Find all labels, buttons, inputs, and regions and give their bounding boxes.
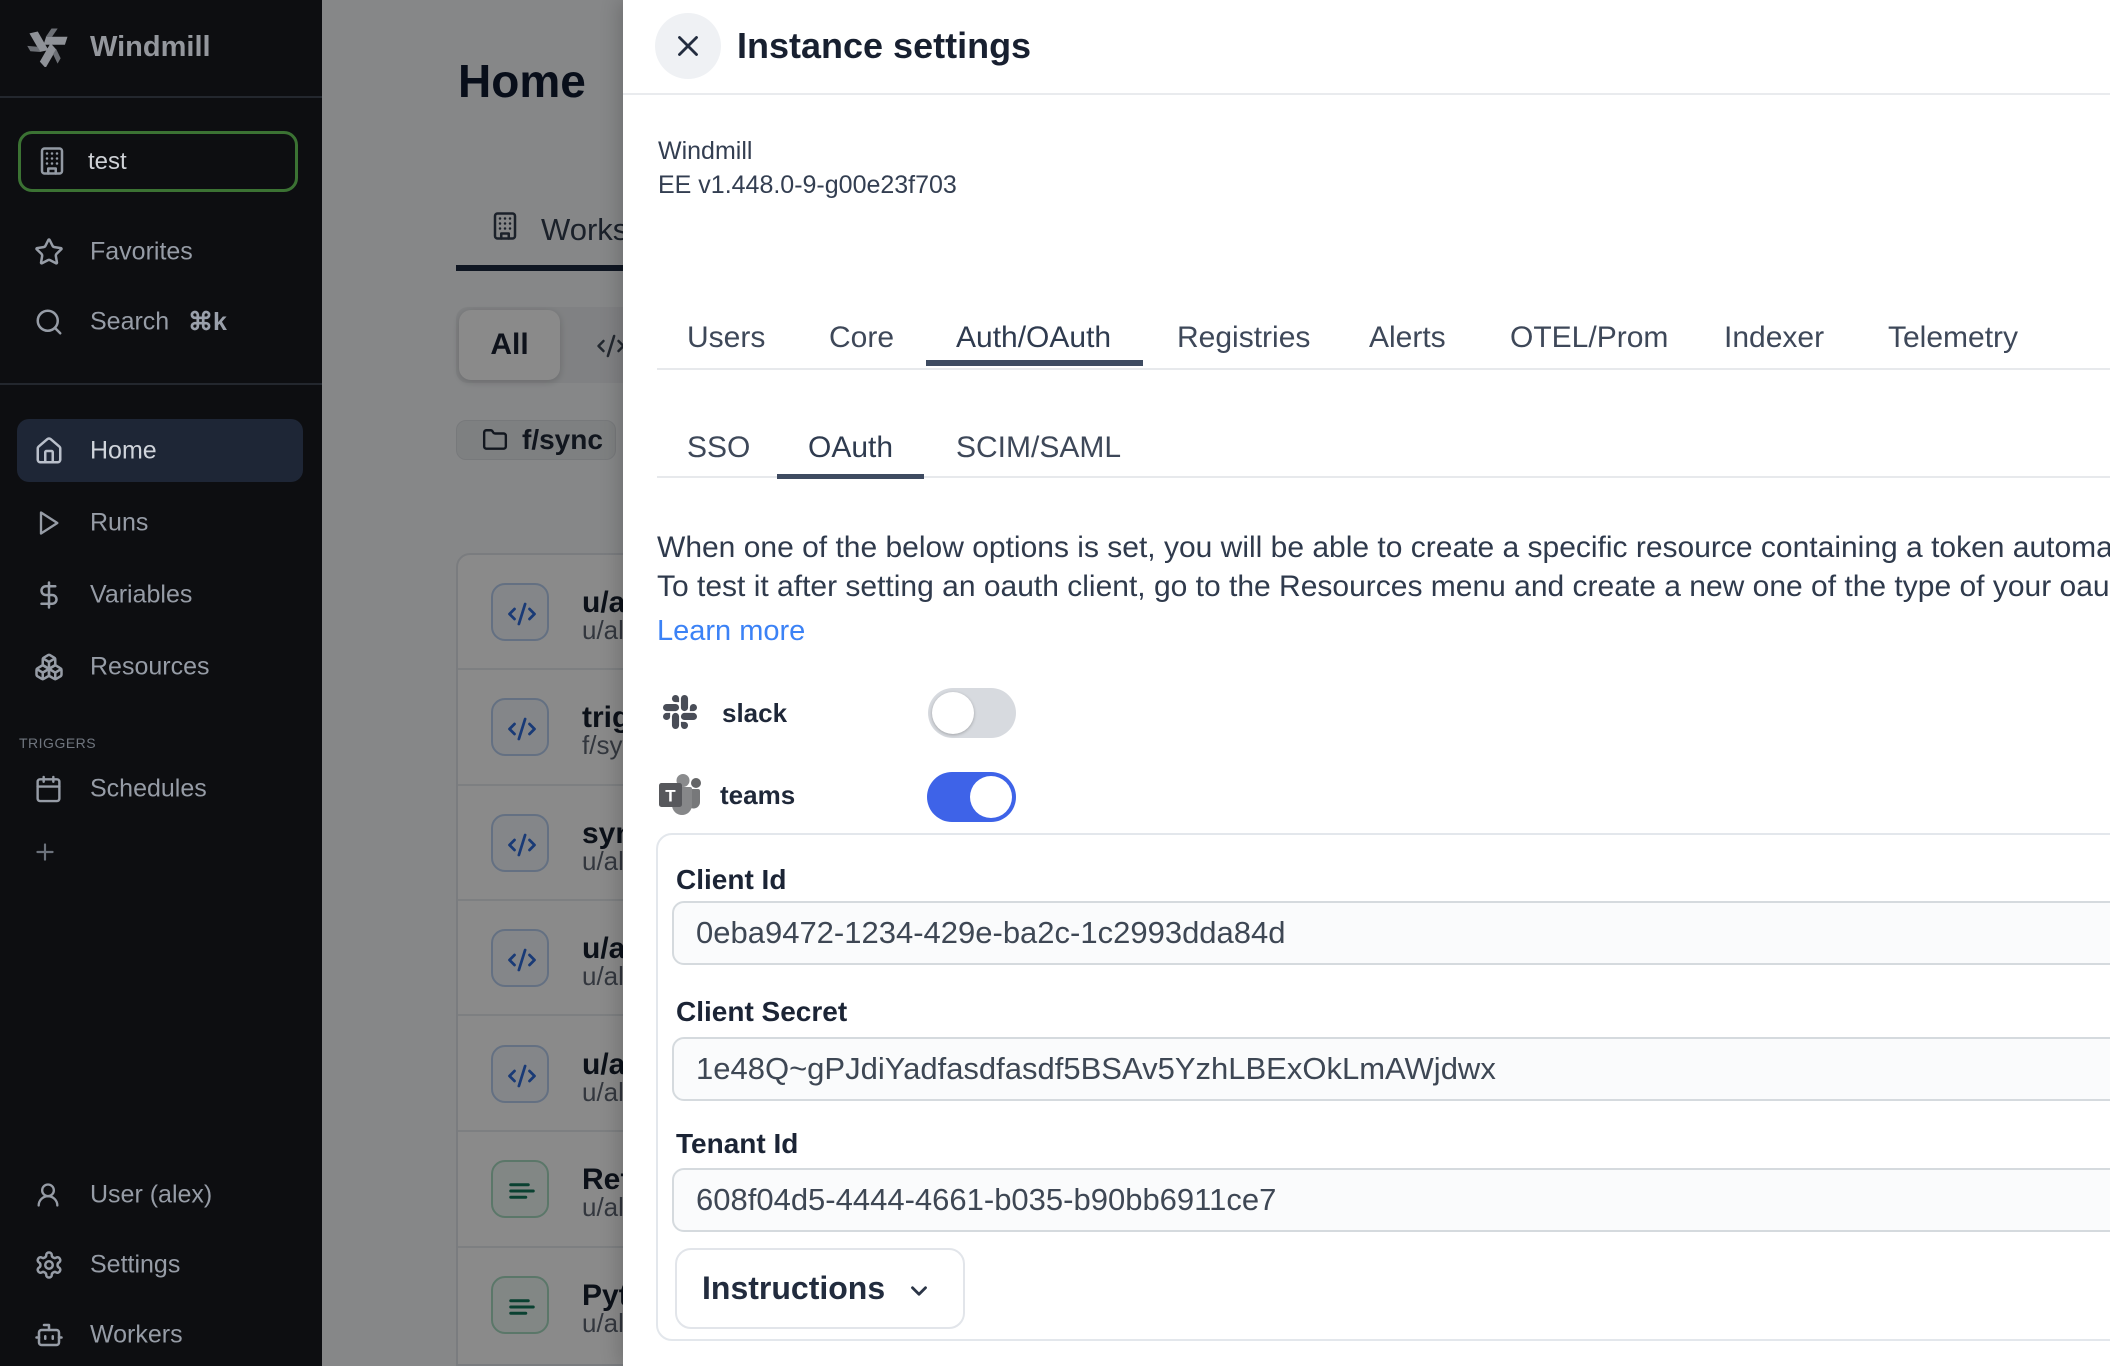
svg-text:T: T — [665, 787, 676, 806]
